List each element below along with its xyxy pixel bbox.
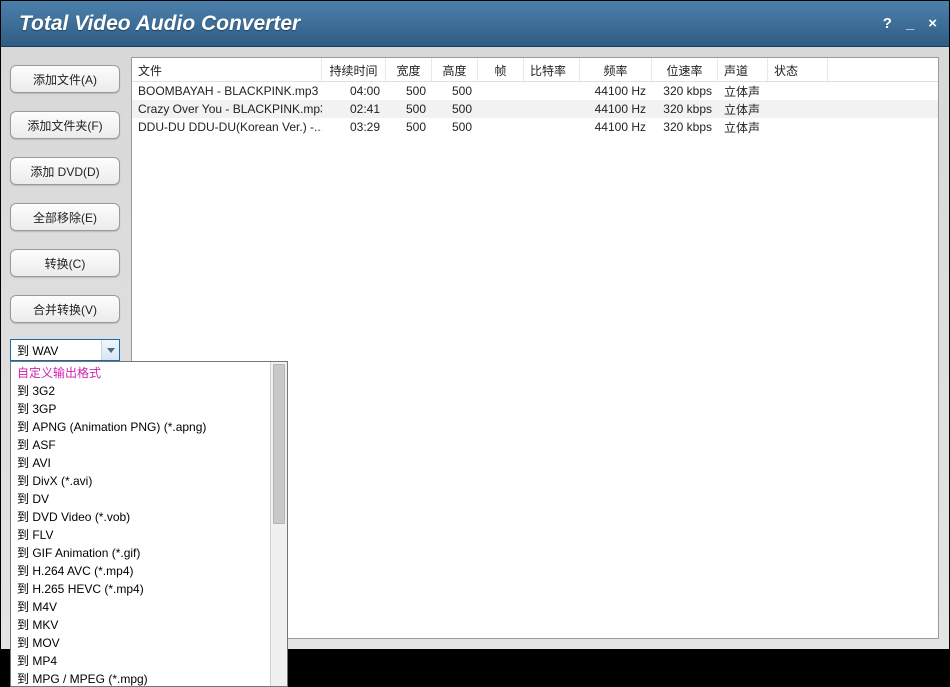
cell	[524, 126, 580, 128]
format-option[interactable]: 到 AVI	[11, 454, 287, 472]
col-width[interactable]: 宽度	[386, 58, 432, 81]
col-duration[interactable]: 持续时间	[322, 58, 386, 81]
table-header: 文件 持续时间 宽度 高度 帧 比特率 频率 位速率 声道 状态	[132, 58, 938, 82]
remove-all-button[interactable]: 全部移除(E)	[10, 203, 120, 231]
cell: DDU-DU DDU-DU(Korean Ver.) -...	[132, 119, 322, 135]
app-window: Total Video Audio Converter ? _ × 添加文件(A…	[0, 0, 950, 650]
cell: 500	[432, 83, 478, 99]
col-bitrate[interactable]: 比特率	[524, 58, 580, 81]
cell: 44100 Hz	[580, 83, 652, 99]
cell: 02:41	[322, 101, 386, 117]
output-format-select[interactable]: 到 WAV	[10, 339, 120, 361]
cell	[524, 90, 580, 92]
content-area: 添加文件(A) 添加文件夹(F) 添加 DVD(D) 全部移除(E) 转换(C)…	[1, 47, 949, 649]
col-channel[interactable]: 声道	[718, 58, 768, 81]
cell: 500	[432, 119, 478, 135]
format-option[interactable]: 到 H.265 HEVC (*.mp4)	[11, 580, 287, 598]
cell: 320 kbps	[652, 119, 718, 135]
table-body: BOOMBAYAH - BLACKPINK.mp304:005005004410…	[132, 82, 938, 136]
format-option[interactable]: 到 FLV	[11, 526, 287, 544]
format-option[interactable]: 到 3GP	[11, 400, 287, 418]
merge-convert-button[interactable]: 合并转换(V)	[10, 295, 120, 323]
titlebar: Total Video Audio Converter ? _ ×	[1, 1, 949, 47]
format-option[interactable]: 到 MPG / MPEG (*.mpg)	[11, 670, 287, 687]
cell	[768, 108, 828, 110]
format-option[interactable]: 到 DVD Video (*.vob)	[11, 508, 287, 526]
format-option[interactable]: 到 DivX (*.avi)	[11, 472, 287, 490]
cell: 立体声	[718, 100, 768, 119]
cell: 500	[386, 83, 432, 99]
cell: 44100 Hz	[580, 119, 652, 135]
cell: 44100 Hz	[580, 101, 652, 117]
col-fps[interactable]: 帧	[478, 58, 524, 81]
close-icon[interactable]: ×	[928, 15, 937, 32]
col-freq[interactable]: 频率	[580, 58, 652, 81]
col-status[interactable]: 状态	[768, 58, 828, 81]
format-option[interactable]: 自定义输出格式	[11, 364, 287, 382]
cell: 320 kbps	[652, 101, 718, 117]
cell	[768, 90, 828, 92]
format-option[interactable]: 到 MKV	[11, 616, 287, 634]
convert-button[interactable]: 转换(C)	[10, 249, 120, 277]
window-controls: ? _ ×	[883, 15, 937, 32]
table-row[interactable]: DDU-DU DDU-DU(Korean Ver.) -...03:295005…	[132, 118, 938, 136]
cell: 500	[386, 119, 432, 135]
cell: Crazy Over You - BLACKPINK.mp3	[132, 101, 322, 117]
format-dropdown-list: 自定义输出格式到 3G2到 3GP到 APNG (Animation PNG) …	[11, 362, 287, 687]
format-option[interactable]: 到 ASF	[11, 436, 287, 454]
cell: 500	[386, 101, 432, 117]
app-title: Total Video Audio Converter	[19, 12, 883, 36]
col-bitrate2[interactable]: 位速率	[652, 58, 718, 81]
format-option[interactable]: 到 M4V	[11, 598, 287, 616]
format-option[interactable]: 到 H.264 AVC (*.mp4)	[11, 562, 287, 580]
format-dropdown: 自定义输出格式到 3G2到 3GP到 APNG (Animation PNG) …	[10, 361, 288, 687]
format-option[interactable]: 到 APNG (Animation PNG) (*.apng)	[11, 418, 287, 436]
cell: 320 kbps	[652, 83, 718, 99]
format-option[interactable]: 到 MP4	[11, 652, 287, 670]
cell	[478, 108, 524, 110]
format-option[interactable]: 到 MOV	[11, 634, 287, 652]
chevron-down-icon	[101, 340, 119, 360]
col-height[interactable]: 高度	[432, 58, 478, 81]
cell: 03:29	[322, 119, 386, 135]
cell: 04:00	[322, 83, 386, 99]
cell	[478, 126, 524, 128]
format-select-value: 到 WAV	[17, 342, 58, 359]
help-icon[interactable]: ?	[883, 15, 892, 32]
add-file-button[interactable]: 添加文件(A)	[10, 65, 120, 93]
format-option[interactable]: 到 DV	[11, 490, 287, 508]
scrollbar-thumb[interactable]	[273, 364, 285, 524]
dropdown-scrollbar[interactable]	[270, 362, 287, 686]
minimize-icon[interactable]: _	[906, 15, 914, 32]
cell: BOOMBAYAH - BLACKPINK.mp3	[132, 83, 322, 99]
cell	[524, 108, 580, 110]
cell: 立体声	[718, 82, 768, 101]
format-option[interactable]: 到 GIF Animation (*.gif)	[11, 544, 287, 562]
table-row[interactable]: Crazy Over You - BLACKPINK.mp302:4150050…	[132, 100, 938, 118]
cell	[768, 126, 828, 128]
format-option[interactable]: 到 3G2	[11, 382, 287, 400]
table-row[interactable]: BOOMBAYAH - BLACKPINK.mp304:005005004410…	[132, 82, 938, 100]
cell: 500	[432, 101, 478, 117]
cell	[478, 90, 524, 92]
add-folder-button[interactable]: 添加文件夹(F)	[10, 111, 120, 139]
cell: 立体声	[718, 118, 768, 137]
add-dvd-button[interactable]: 添加 DVD(D)	[10, 157, 120, 185]
col-file[interactable]: 文件	[132, 58, 322, 81]
